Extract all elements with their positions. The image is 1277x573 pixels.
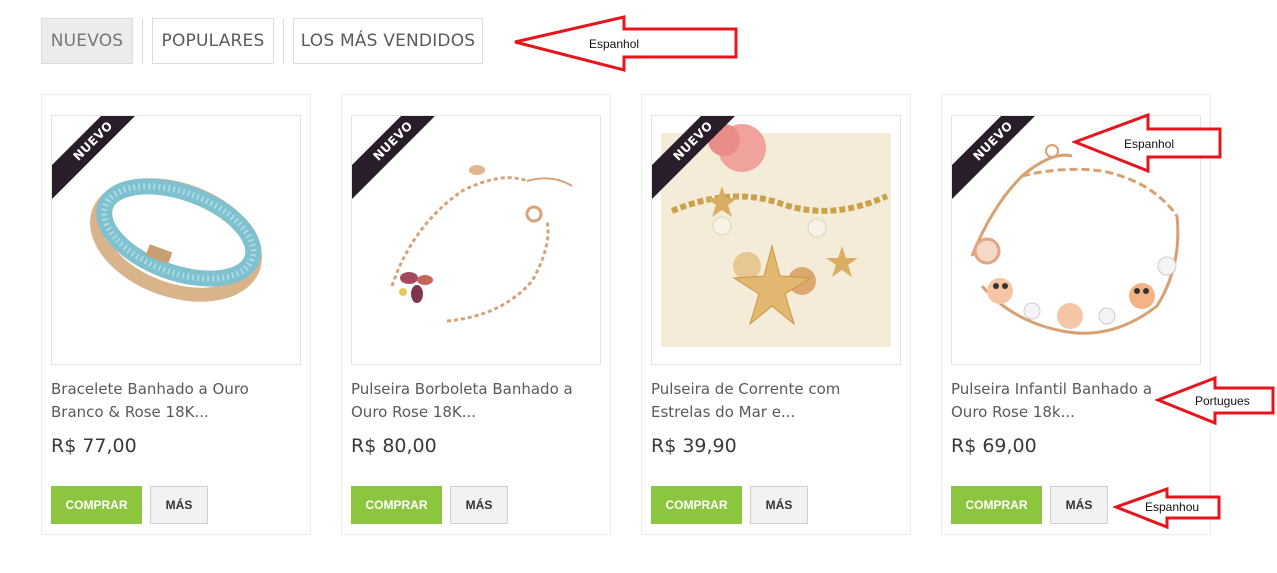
annotation-label: Portugues [1195, 394, 1250, 408]
product-name-line2: Ouro Rose 18K... [351, 403, 477, 421]
tab-los-mas-vendidos[interactable]: LOS MÁS VENDIDOS [293, 18, 483, 64]
product-price: R$ 69,00 [951, 435, 1037, 457]
product-name[interactable]: Bracelete Banhado a Ouro Branco & Rose 1… [51, 378, 291, 424]
new-ribbon: NUEVO [52, 116, 137, 201]
product-name-line1: Bracelete Banhado a Ouro [51, 380, 249, 398]
product-image[interactable]: NUEVO [51, 115, 301, 365]
annotation-label: Espanhol [1124, 137, 1175, 151]
product-image[interactable]: NUEVO [351, 115, 601, 365]
more-button[interactable]: MÁS [750, 486, 808, 524]
product-name-line2: Estrelas do Mar e... [651, 403, 796, 421]
product-image[interactable]: NUEVO [651, 115, 901, 365]
buy-button[interactable]: COMPRAR [651, 486, 742, 524]
new-badge: NUEVO [952, 116, 1037, 201]
tab-nuevos[interactable]: NUEVOS [41, 18, 133, 64]
product-price: R$ 39,90 [651, 435, 737, 457]
product-price: R$ 77,00 [51, 435, 137, 457]
annotation-label: Espanhou [1145, 500, 1200, 514]
product-card: NUEVO Bracelete Banhado a Ouro Branco & … [41, 94, 311, 535]
product-name-line1: Pulseira de Corrente com [651, 380, 841, 398]
product-card: NUEVO Pulseira Borboleta Banhado a Ouro … [341, 94, 611, 535]
new-ribbon: NUEVO [952, 116, 1037, 201]
annotation-label: Espanhol [589, 37, 640, 51]
tab-separator [283, 18, 284, 64]
product-card: NUEVO Pulseira de Corrente com Estrelas … [641, 94, 911, 535]
buy-button[interactable]: COMPRAR [351, 486, 442, 524]
product-name[interactable]: Pulseira de Corrente com Estrelas do Mar… [651, 378, 891, 424]
new-ribbon: NUEVO [652, 116, 737, 201]
more-button[interactable]: MÁS [450, 486, 508, 524]
product-price: R$ 80,00 [351, 435, 437, 457]
buy-button[interactable]: COMPRAR [51, 486, 142, 524]
new-badge: NUEVO [52, 116, 137, 201]
product-name-line2: Branco & Rose 18K... [51, 403, 209, 421]
more-button[interactable]: MÁS [150, 486, 208, 524]
tab-populares[interactable]: POPULARES [152, 18, 274, 64]
new-badge: NUEVO [652, 116, 737, 201]
buy-button[interactable]: COMPRAR [951, 486, 1042, 524]
tab-separator [142, 18, 143, 64]
new-badge: NUEVO [352, 116, 437, 201]
more-button[interactable]: MÁS [1050, 486, 1108, 524]
product-name-line1: Pulseira Borboleta Banhado a [351, 380, 573, 398]
new-ribbon: NUEVO [352, 116, 437, 201]
product-name[interactable]: Pulseira Borboleta Banhado a Ouro Rose 1… [351, 378, 591, 424]
